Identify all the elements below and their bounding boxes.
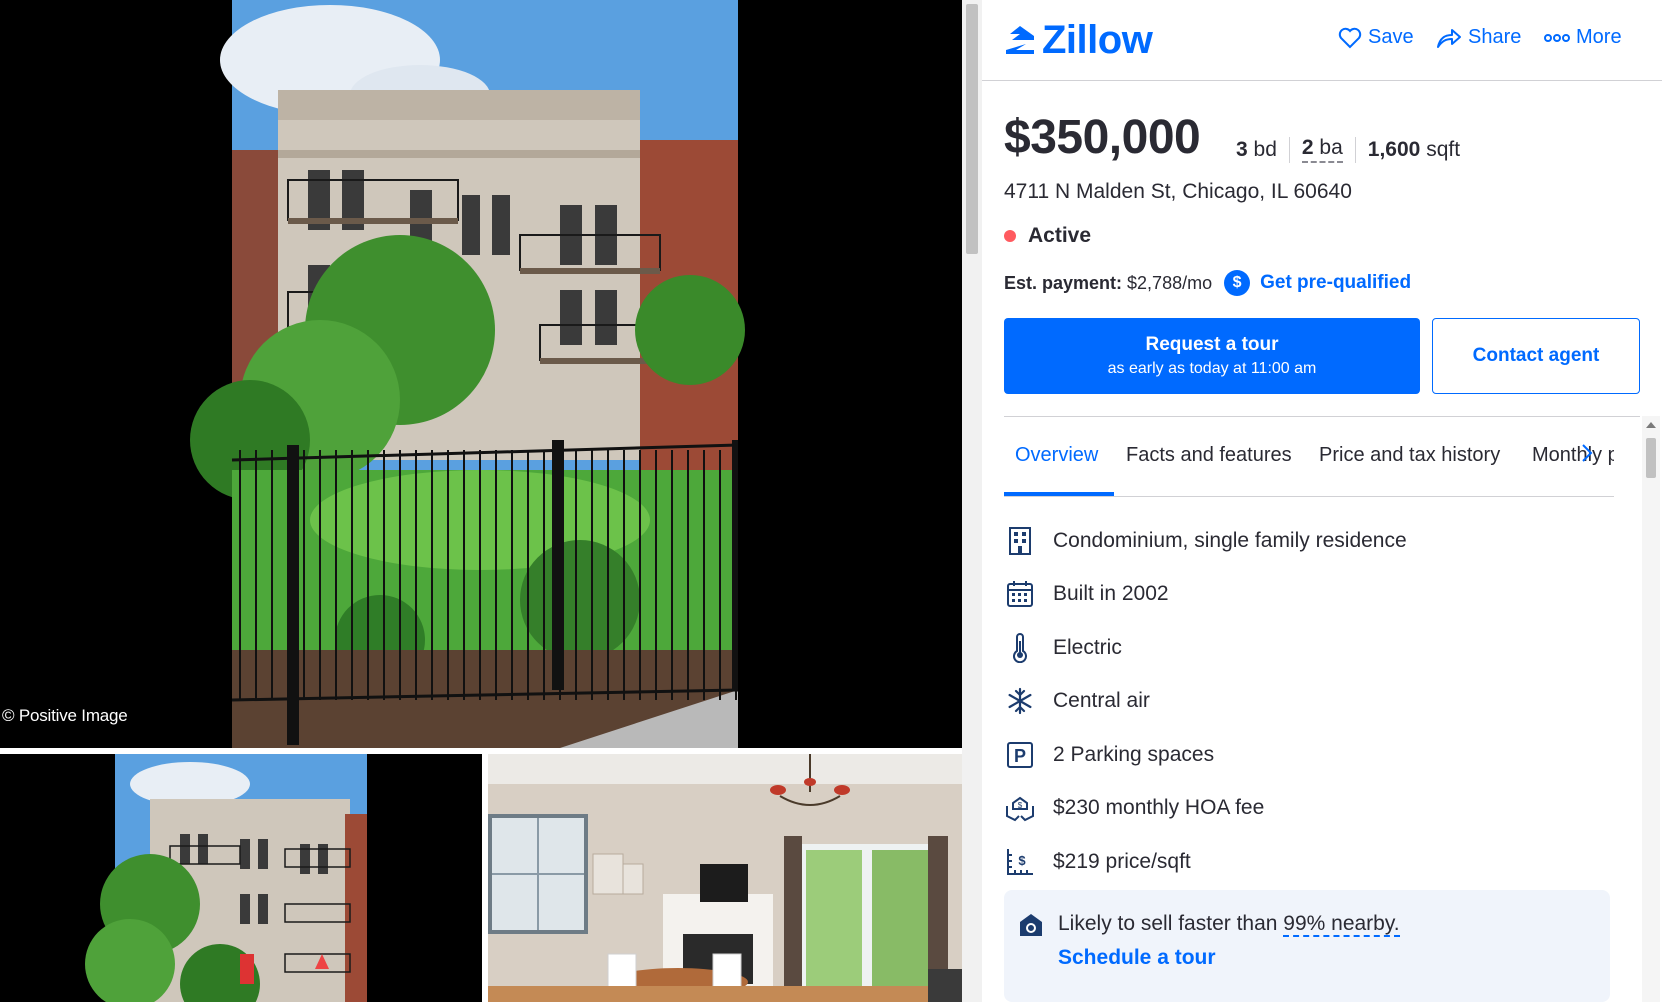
baths-fact[interactable]: 2 ba [1301, 136, 1343, 163]
share-arrow-icon [1437, 28, 1461, 48]
photo-credit: © Positive Image [2, 706, 128, 725]
section-divider [1004, 416, 1640, 417]
heart-icon [1338, 27, 1362, 48]
photo-gallery: © Positive Image [0, 0, 962, 1002]
more-label: More [1576, 26, 1622, 48]
tab-price-and-tax-history[interactable]: Price and tax history [1319, 444, 1500, 467]
listing-address: 4711 N Malden St, Chicago, IL 60640 [1004, 180, 1352, 203]
status-dot-icon [1004, 230, 1016, 242]
promo-text-prefix: Likely to sell faster than [1058, 912, 1284, 935]
key-facts-list: Condominium, single family residence Bui… [1004, 514, 1624, 889]
status-label: Active [1028, 224, 1092, 247]
fact-divider [1288, 136, 1290, 163]
zillow-logo-icon [1006, 26, 1034, 54]
calendar-icon [1004, 578, 1036, 610]
more-button[interactable]: More [1544, 26, 1622, 49]
details-scrollbar-thumb[interactable] [1646, 438, 1656, 478]
share-button[interactable]: Share [1436, 26, 1521, 49]
request-tour-subtitle: as early as today at 11:00 am [1107, 360, 1317, 377]
list-item: $ $230 monthly HOA fee [1004, 782, 1624, 836]
list-item: $ $219 price/sqft [1004, 835, 1624, 889]
save-button[interactable]: Save [1338, 26, 1414, 49]
request-tour-button[interactable]: Request a tour as early as today at 11:0… [1004, 318, 1420, 394]
svg-text:P: P [1014, 746, 1026, 766]
thumbnail-interior-photo[interactable] [488, 754, 962, 1002]
thermometer-icon [1004, 632, 1036, 664]
tab-monthly-payment[interactable]: Monthly payment [1532, 444, 1614, 467]
beds-fact: 3 bd [1236, 138, 1277, 162]
payment-label: Est. payment: [1004, 272, 1123, 293]
estimated-payment: Est. payment: $2,788/mo $ Get pre-qualif… [1004, 270, 1411, 296]
building-icon [1004, 525, 1036, 557]
list-item: P 2 Parking spaces [1004, 728, 1624, 782]
listing-status: Active [1004, 224, 1091, 248]
tab-overview[interactable]: Overview [1015, 444, 1098, 467]
building-exterior-image [0, 0, 962, 748]
home-badge-icon [1018, 912, 1044, 943]
gallery-scrollbar[interactable] [962, 0, 982, 1002]
contact-agent-button[interactable]: Contact agent [1432, 318, 1640, 394]
logo-text: Zillow [1042, 18, 1153, 62]
tab-facts-and-features[interactable]: Facts and features [1126, 444, 1292, 467]
gallery-scrollbar-thumb[interactable] [966, 4, 978, 254]
save-label: Save [1368, 26, 1414, 48]
feature-text: Central air [1053, 689, 1150, 713]
baths-unit: ba [1319, 136, 1343, 159]
baths-value: 2 [1301, 136, 1314, 159]
fact-divider [1354, 136, 1356, 163]
listing-price: $350,000 [1004, 111, 1201, 164]
feature-text: Condominium, single family residence [1053, 528, 1407, 552]
top-bar: Zillow Save Share More [982, 0, 1662, 81]
promo-percent-nearby[interactable]: 99% nearby. [1283, 912, 1400, 937]
promo-text: Likely to sell faster than 99% nearby. [1058, 912, 1400, 937]
tabs-next-button[interactable] [1580, 442, 1594, 469]
list-item: Condominium, single family residence [1004, 514, 1624, 568]
svg-text:$: $ [1018, 801, 1023, 810]
payment-value: $2,788/mo [1127, 272, 1213, 293]
zillow-logo[interactable]: Zillow [1004, 18, 1153, 62]
more-dots-icon [1544, 33, 1570, 42]
hoa-hands-icon: $ [1004, 792, 1036, 824]
dollar-circle-icon: $ [1224, 270, 1251, 296]
scroll-up-arrow-icon[interactable] [1646, 422, 1656, 428]
sqft-fact: 1,600 sqft [1368, 138, 1460, 162]
schedule-tour-link[interactable]: Schedule a tour [1058, 946, 1216, 970]
feature-text: 2 Parking spaces [1053, 742, 1215, 766]
beds-unit: bd [1253, 137, 1277, 161]
sqft-value: 1,600 [1367, 137, 1421, 161]
feature-text: Electric [1053, 635, 1122, 659]
chevron-right-icon [1582, 444, 1593, 462]
main-listing-photo[interactable]: © Positive Image [0, 0, 962, 748]
feature-text: $230 monthly HOA fee [1053, 796, 1265, 820]
snowflake-icon [1004, 685, 1036, 717]
svg-text:$: $ [1018, 853, 1026, 868]
request-tour-title: Request a tour [1145, 334, 1279, 355]
details-tabs: Overview Facts and features Price and ta… [1004, 430, 1614, 497]
active-tab-indicator [1004, 492, 1114, 496]
price-per-sqft-icon: $ [1004, 846, 1036, 878]
sqft-unit: sqft [1426, 137, 1461, 161]
list-item: Built in 2002 [1004, 568, 1624, 622]
details-scrollbar[interactable] [1642, 416, 1660, 1002]
feature-text: $219 price/sqft [1053, 849, 1191, 873]
list-item: Central air [1004, 675, 1624, 729]
list-item: Electric [1004, 621, 1624, 675]
bed-bath-sqft-summary: 3 bd 2 ba 1,600 sqft [1236, 136, 1460, 163]
get-prequalified-link[interactable]: Get pre-qualified [1260, 272, 1411, 294]
feature-text: Built in 2002 [1053, 582, 1169, 606]
living-room-thumbnail-image [488, 754, 962, 1002]
share-label: Share [1468, 26, 1522, 48]
thumbnail-exterior-photo[interactable] [0, 754, 482, 1002]
sell-faster-promo: Likely to sell faster than 99% nearby. S… [1004, 890, 1610, 1002]
beds-value: 3 [1236, 137, 1248, 161]
listing-details-panel: Zillow Save Share More $350,000 3 bd 2 b… [982, 0, 1662, 1002]
building-exterior-thumbnail-image [0, 754, 482, 1002]
parking-icon: P [1004, 739, 1036, 771]
